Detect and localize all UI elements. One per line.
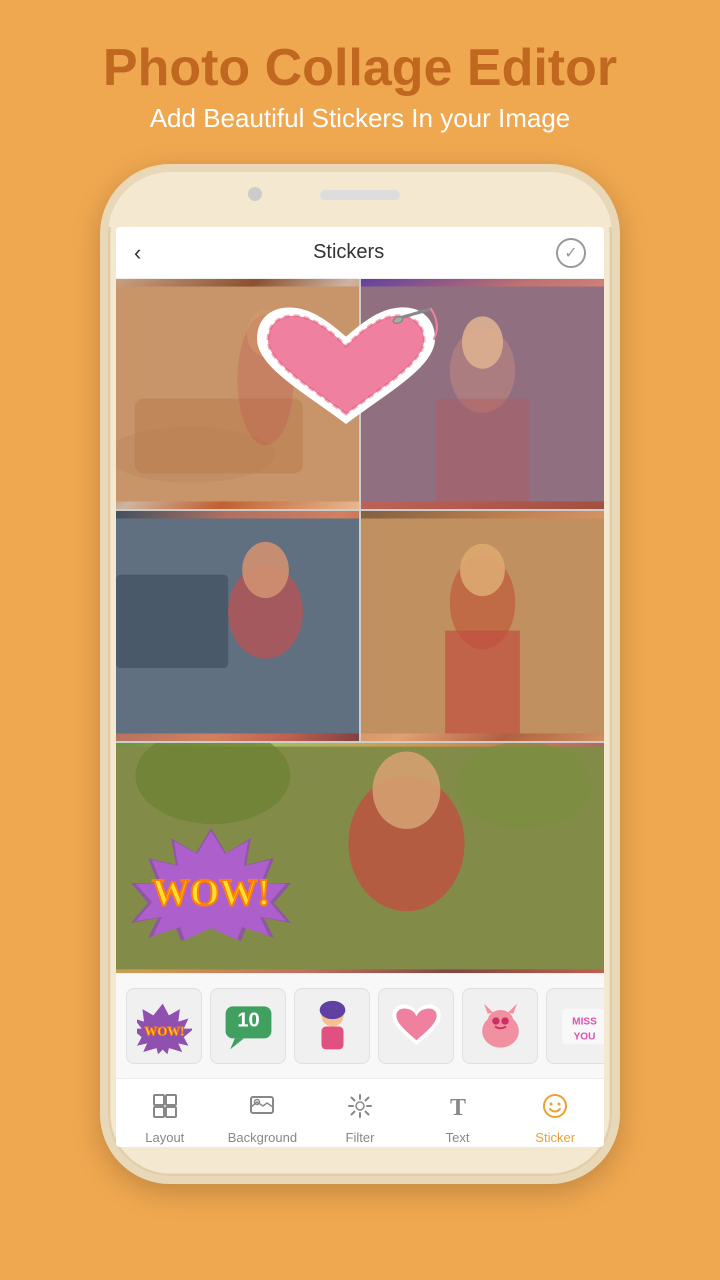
bottom-nav: Layout Background xyxy=(116,1078,604,1147)
heart-sticker[interactable] xyxy=(246,304,446,434)
back-button[interactable]: ‹ xyxy=(134,240,141,266)
text-label: Text xyxy=(446,1130,470,1145)
app-title: Photo Collage Editor xyxy=(0,40,720,97)
nav-item-sticker[interactable]: Sticker xyxy=(515,1093,595,1145)
app-subtitle: Add Beautiful Stickers In your Image xyxy=(0,103,720,134)
confirm-button[interactable]: ✓ xyxy=(556,238,586,268)
layout-label: Layout xyxy=(145,1130,184,1145)
sticker-thumb-wow[interactable]: WOW! xyxy=(126,988,202,1064)
phone-mockup: ‹ Stickers ✓ xyxy=(100,164,620,1184)
sticker-thumb-miss-you[interactable]: MISS YOU xyxy=(546,988,604,1064)
collage-area: WOW! WOW! xyxy=(116,279,604,1147)
filter-label: Filter xyxy=(346,1130,375,1145)
phone-volume-up-btn xyxy=(100,372,106,422)
svg-text:10: 10 xyxy=(237,1009,259,1031)
nav-item-background[interactable]: Background xyxy=(222,1093,302,1145)
phone-screen: ‹ Stickers ✓ xyxy=(116,227,604,1147)
photo-cell-3[interactable] xyxy=(116,511,359,741)
sticker-row: WOW! 10 xyxy=(116,973,604,1078)
photo-cell-4[interactable] xyxy=(361,511,604,741)
phone-volume-down-btn xyxy=(100,442,106,492)
background-label: Background xyxy=(228,1130,297,1145)
background-icon xyxy=(249,1093,275,1126)
svg-text:MISS: MISS xyxy=(572,1016,597,1027)
sticker-label: Sticker xyxy=(535,1130,575,1145)
wow-sticker[interactable]: WOW! xyxy=(126,823,296,943)
svg-text:YOU: YOU xyxy=(573,1031,595,1042)
sticker-thumb-cat[interactable] xyxy=(462,988,538,1064)
top-bar: ‹ Stickers ✓ xyxy=(116,227,604,279)
phone-wrapper: ‹ Stickers ✓ xyxy=(0,164,720,1184)
photo-bottom[interactable]: WOW! xyxy=(116,743,604,973)
layout-icon xyxy=(152,1093,178,1126)
phone-speaker xyxy=(320,190,400,200)
sticker-thumb-girl[interactable] xyxy=(294,988,370,1064)
svg-text:WOW!: WOW! xyxy=(144,1024,184,1038)
nav-item-filter[interactable]: Filter xyxy=(320,1093,400,1145)
phone-camera xyxy=(248,187,262,201)
nav-item-text[interactable]: T Text xyxy=(418,1093,498,1145)
sticker-thumb-heart-sew[interactable] xyxy=(378,988,454,1064)
header-area: Photo Collage Editor Add Beautiful Stick… xyxy=(0,0,720,154)
phone-top xyxy=(108,172,612,227)
svg-text:T: T xyxy=(450,1095,466,1119)
svg-text:WOW!: WOW! xyxy=(152,872,270,914)
sticker-thumb-chat[interactable]: 10 xyxy=(210,988,286,1064)
sticker-icon xyxy=(542,1093,568,1126)
filter-icon xyxy=(347,1093,373,1126)
text-icon: T xyxy=(445,1093,471,1126)
nav-item-layout[interactable]: Layout xyxy=(125,1093,205,1145)
phone-power-btn xyxy=(614,422,620,492)
screen-title: Stickers xyxy=(313,241,384,264)
